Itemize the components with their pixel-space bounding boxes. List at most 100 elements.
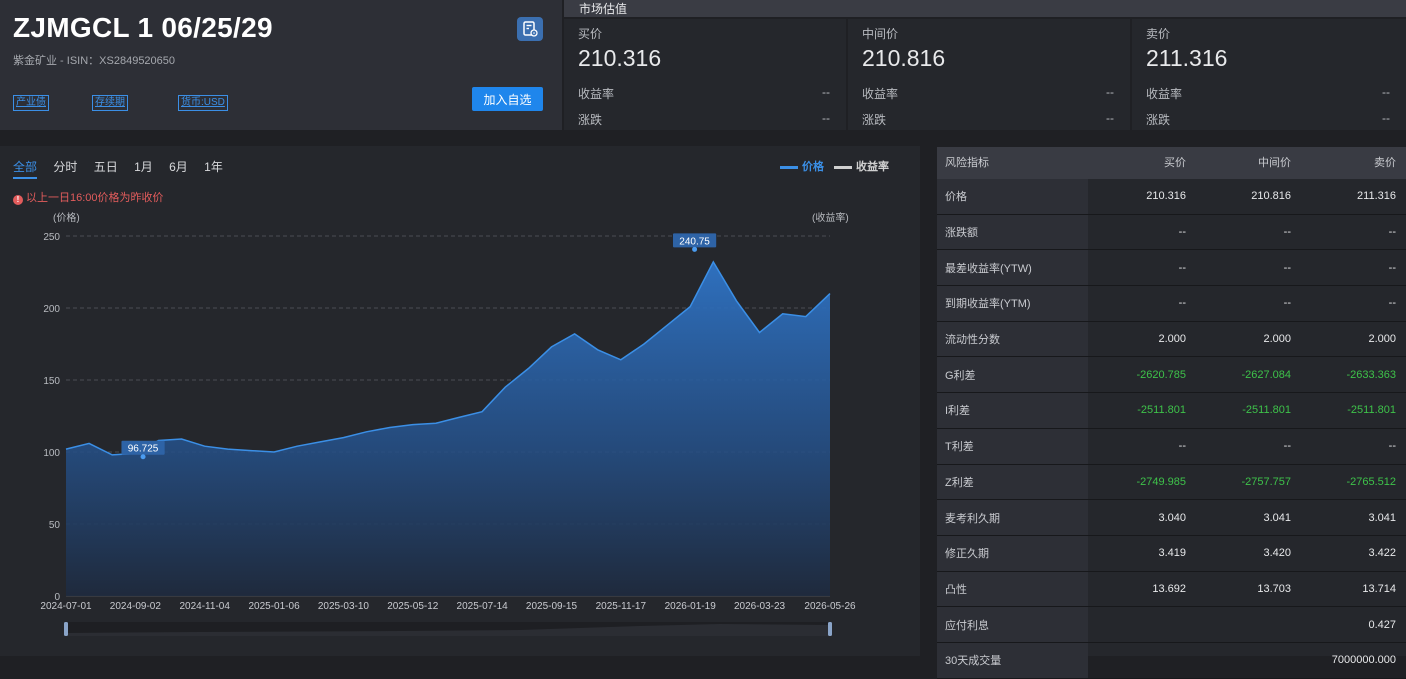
x-tick-label: 2026-05-26 <box>804 601 856 612</box>
risk-bid-value <box>1088 607 1186 642</box>
risk-bid-value: 13.692 <box>1152 582 1186 595</box>
risk-ask-value: 13.714 <box>1362 582 1396 595</box>
quote-yield-row: 收益率 -- <box>1146 85 1390 102</box>
calculator-button[interactable] <box>517 17 543 41</box>
quote-mid: 中间价 210.816 收益率 -- 涨跌 -- <box>848 19 1130 130</box>
risk-table-body: 价格 210.316 210.816 211.316 涨跌额 -- -- -- 最差收益率(YT… <box>937 179 1406 679</box>
risk-mid-value <box>1186 643 1291 678</box>
bond-subtitle: 紫金矿业 - ISIN：XS2849520650 <box>13 55 176 67</box>
y-tick-label: 200 <box>43 304 60 315</box>
x-tick-label: 2026-03-23 <box>734 601 786 612</box>
risk-row: 流动性分数 2.000 2.000 2.000 <box>937 321 1406 358</box>
risk-metric-label: 流动性分数 <box>937 321 1088 357</box>
risk-ask-value: 3.422 <box>1368 547 1396 560</box>
risk-ask-value: -2511.801 <box>1347 404 1396 417</box>
yield-value: -- <box>822 85 830 99</box>
risk-metric-label: 30天成交量 <box>937 642 1088 678</box>
annotation-point <box>692 246 698 252</box>
risk-row: 涨跌额 -- -- -- <box>937 214 1406 251</box>
risk-row: 到期收益率(YTM) -- -- -- <box>937 286 1406 322</box>
change-label: 涨跌 <box>578 113 603 127</box>
risk-row: 麦考利久期 3.040 3.041 3.041 <box>937 500 1406 536</box>
risk-ask-value: -2633.363 <box>1346 368 1396 381</box>
risk-mid-value: -- <box>1283 226 1291 239</box>
tag-currency[interactable]: 货币:USD <box>178 95 228 111</box>
tag-duration[interactable]: 存续期 <box>92 95 128 111</box>
change-label: 涨跌 <box>862 113 887 127</box>
x-tick-label: 2025-11-17 <box>596 601 647 612</box>
risk-metric-label: T利差 <box>937 428 1088 464</box>
header-ask: 卖价 <box>1374 157 1396 169</box>
x-tick-label: 2025-05-12 <box>387 601 439 612</box>
calculator-icon <box>523 21 538 37</box>
x-tick-label: 2025-09-15 <box>526 601 578 612</box>
risk-row: 凸性 13.692 13.703 13.714 <box>937 571 1406 608</box>
price-chart[interactable]: (价格) (收益率) 050100150200250 2024-07-01 202… <box>0 146 920 656</box>
bond-header: ZJMGCL 1 06/25/29 紫金矿业 - ISIN：XS28495206… <box>0 0 562 130</box>
tag-industry-bond[interactable]: 产业债 <box>13 95 49 111</box>
risk-ask-value: 7000000.000 <box>1331 654 1396 667</box>
quote-label: 中间价 <box>862 27 899 41</box>
yield-label: 收益率 <box>862 87 899 101</box>
quote-ask: 卖价 211.316 收益率 -- 涨跌 -- <box>1132 19 1406 130</box>
quote-label: 买价 <box>578 27 603 41</box>
yield-value: -- <box>1106 85 1114 99</box>
add-watchlist-button[interactable]: 加入自选 <box>472 87 543 111</box>
risk-ask-value: -2765.512 <box>1346 475 1396 488</box>
risk-mid-value: 3.041 <box>1263 511 1291 524</box>
risk-bid-value: -- <box>1178 297 1186 310</box>
risk-bid-value: -- <box>1178 226 1186 239</box>
risk-metric-label: 价格 <box>937 179 1088 214</box>
risk-ask-value: -- <box>1388 440 1396 453</box>
risk-ask-value: -- <box>1388 226 1396 239</box>
risk-metric-label: 麦考利久期 <box>937 500 1088 535</box>
quote-change-row: 涨跌 -- <box>1146 111 1390 128</box>
yield-label: 收益率 <box>1146 87 1183 101</box>
risk-row: G利差 -2620.785 -2627.084 -2633.363 <box>937 357 1406 394</box>
risk-row: I利差 -2511.801 -2511.801 -2511.801 <box>937 393 1406 429</box>
risk-mid-value: 13.703 <box>1257 582 1291 595</box>
risk-mid-value: 2.000 <box>1263 333 1291 346</box>
risk-metric-label: I利差 <box>937 393 1088 428</box>
risk-bid-value: -- <box>1178 440 1186 453</box>
annotation-label: 96.725 <box>128 444 159 455</box>
risk-bid-value: 3.419 <box>1158 547 1186 560</box>
x-tick-label: 2024-11-04 <box>179 601 230 612</box>
risk-row: 30天成交量 7000000.000 <box>937 642 1406 679</box>
risk-row: 价格 210.316 210.816 211.316 <box>937 179 1406 215</box>
y-tick-label: 150 <box>43 376 60 387</box>
price-area <box>66 261 830 596</box>
x-tick-label: 2024-07-01 <box>40 601 92 612</box>
risk-metric-label: G利差 <box>937 357 1088 393</box>
risk-mid-value <box>1186 607 1291 642</box>
risk-mid-value: -2757.757 <box>1241 475 1291 488</box>
risk-metric-label: 涨跌额 <box>937 214 1088 250</box>
x-tick-label: 2026-01-19 <box>665 601 717 612</box>
y-tick-label: 50 <box>49 520 61 531</box>
zoom-slider-right-handle[interactable] <box>828 622 832 636</box>
quote-price: 210.316 <box>578 45 662 71</box>
yield-value: -- <box>1382 85 1390 99</box>
x-tick-label: 2025-03-10 <box>318 601 370 612</box>
risk-ask-value: 3.041 <box>1368 511 1396 524</box>
zoom-slider-left-handle[interactable] <box>64 622 68 636</box>
risk-row: 修正久期 3.419 3.420 3.422 <box>937 535 1406 572</box>
risk-bid-value: 2.000 <box>1158 333 1186 346</box>
yield-label: 收益率 <box>578 87 615 101</box>
risk-metric-label: 应付利息 <box>937 607 1088 642</box>
annotation-label: 240.75 <box>679 236 710 247</box>
risk-row: Z利差 -2749.985 -2757.757 -2765.512 <box>937 464 1406 501</box>
risk-bid-value: 3.040 <box>1158 511 1186 524</box>
quote-price: 210.816 <box>862 45 946 71</box>
risk-bid-value <box>1088 643 1186 678</box>
market-valuation-title: 市场估值 <box>579 2 628 16</box>
quote-bid: 买价 210.316 收益率 -- 涨跌 -- <box>564 19 846 130</box>
risk-metrics-table: 风险指标 买价 中间价 卖价 价格 210.316 210.816 211.316 涨跌… <box>937 147 1406 679</box>
risk-row: T利差 -- -- -- <box>937 428 1406 465</box>
quote-yield-row: 收益率 -- <box>862 85 1114 102</box>
risk-ask-value: 0.427 <box>1368 618 1396 631</box>
risk-mid-value: 3.420 <box>1263 547 1291 560</box>
risk-bid-value: -2749.985 <box>1136 475 1186 488</box>
risk-bid-value: 210.316 <box>1146 190 1186 203</box>
y-axis-title: (价格) <box>53 211 80 224</box>
